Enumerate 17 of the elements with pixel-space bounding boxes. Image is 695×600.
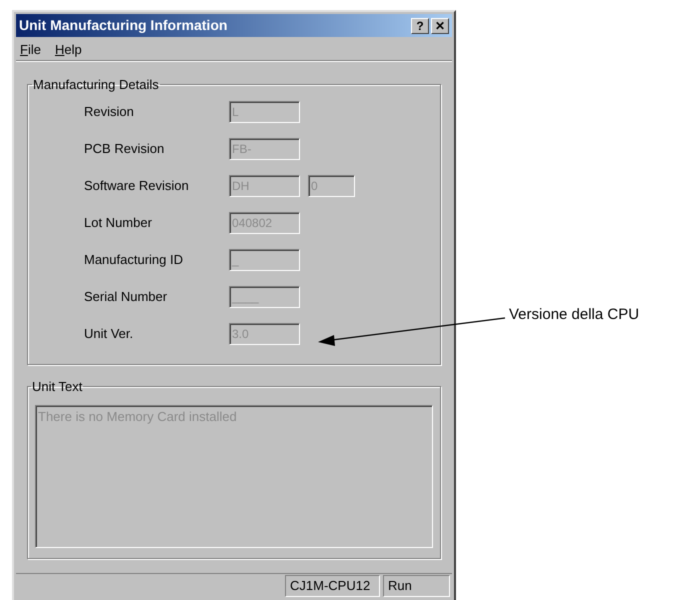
menu-item[interactable]: Help bbox=[54, 40, 82, 60]
field-label: PCB Revision bbox=[83, 140, 166, 158]
group-title: Manufacturing Details bbox=[32, 76, 160, 94]
menu-item[interactable]: File bbox=[20, 40, 41, 60]
annotation-label: Versione della CPU bbox=[509, 305, 640, 325]
status-panel: Run bbox=[383, 575, 450, 597]
group-title: Unit Text bbox=[31, 378, 84, 396]
field-label: Manufacturing ID bbox=[83, 250, 184, 269]
field-label: Revision bbox=[83, 102, 135, 121]
field-label: Lot Number bbox=[83, 214, 153, 232]
close-button[interactable]: ✕ bbox=[431, 18, 449, 34]
field-label: Serial Number bbox=[83, 288, 168, 306]
help-button[interactable]: ? bbox=[411, 18, 429, 34]
field-label: Unit Ver. bbox=[83, 324, 134, 343]
status-panel: CJ1M-CPU12 bbox=[285, 575, 380, 597]
field-label: Software Revision bbox=[83, 176, 190, 195]
window-title: Unit Manufacturing Information bbox=[19, 16, 228, 35]
